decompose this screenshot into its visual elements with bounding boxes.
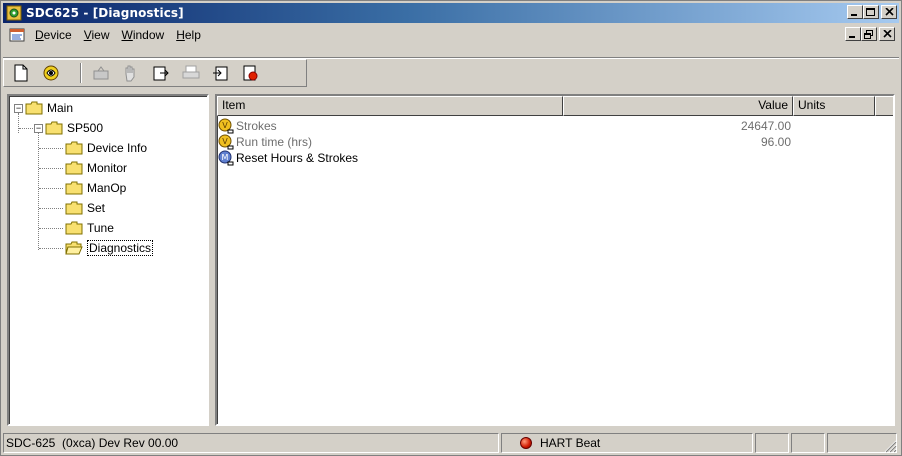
title-bar[interactable]: SDC625 - [Diagnostics] — [3, 3, 899, 23]
mdi-restore-button[interactable] — [861, 27, 877, 41]
tree-item-sp500[interactable]: SP500 — [45, 119, 103, 137]
tree-connector — [39, 228, 63, 229]
list-row-strokes[interactable]: V Strokes 24647.00 — [217, 118, 877, 134]
selected-tree-label: Diagnostics — [87, 240, 154, 256]
folder-icon — [65, 141, 83, 155]
tree-connector — [18, 113, 19, 133]
menu-help[interactable]: Help — [170, 26, 207, 44]
tree-connector — [38, 133, 39, 250]
tree-item-diagnostics[interactable]: Diagnostics — [65, 239, 154, 257]
new-button[interactable] — [10, 62, 32, 84]
tree-item-main[interactable]: Main — [25, 99, 73, 117]
connect-button[interactable] — [40, 62, 62, 84]
tree-connector — [39, 248, 63, 249]
folder-icon — [65, 181, 83, 195]
variable-icon: V — [218, 118, 234, 134]
hand-icon — [125, 65, 135, 82]
list-header: Item Value Units — [217, 96, 893, 116]
tree-connector — [39, 148, 63, 149]
close-button[interactable] — [881, 5, 897, 19]
export-button[interactable] — [150, 62, 172, 84]
menu-device[interactable]: Device — [29, 26, 78, 44]
column-header-units[interactable]: Units — [793, 96, 875, 116]
print-icon — [182, 65, 200, 79]
column-header-empty — [875, 96, 893, 116]
export-icon — [153, 66, 169, 81]
stop-button[interactable] — [240, 62, 262, 84]
menu-view[interactable]: View — [78, 26, 116, 44]
new-icon — [14, 64, 28, 82]
status-device-panel: SDC-625 (0xca) Dev Rev 00.00 — [3, 433, 499, 453]
status-heartbeat-panel: HART Beat — [501, 433, 753, 453]
sdc-app-icon — [6, 5, 22, 21]
svg-text:M: M — [222, 153, 229, 162]
toolbar-separator — [80, 63, 82, 83]
menu-bar: Device View Window Help — [3, 25, 899, 45]
toolbar — [3, 59, 307, 87]
status-panel — [791, 433, 825, 453]
heartbeat-led-icon — [520, 437, 532, 449]
document-icon[interactable] — [9, 27, 25, 43]
status-device-text: SDC-625 (0xca) Dev Rev 00.00 — [6, 436, 179, 450]
list-row-reset[interactable]: M Reset Hours & Strokes — [217, 150, 877, 166]
open-folder-icon — [65, 241, 83, 255]
tree-item-tune[interactable]: Tune — [65, 219, 114, 237]
window-title: SDC625 - [Diagnostics] — [26, 6, 184, 20]
folder-icon — [65, 161, 83, 175]
import-icon — [213, 66, 228, 81]
tree-view[interactable]: − Main − SP500 Device Info Monitor ManOp… — [7, 94, 209, 426]
folder-icon — [45, 121, 63, 135]
svg-text:V: V — [222, 137, 228, 146]
minimize-button[interactable] — [847, 5, 863, 19]
minimize-icon — [849, 36, 855, 38]
status-heartbeat-text: HART Beat — [540, 436, 601, 450]
status-bar: SDC-625 (0xca) Dev Rev 00.00 HART Beat — [3, 433, 899, 455]
collapse-toggle[interactable]: − — [34, 124, 43, 133]
close-icon — [882, 30, 892, 38]
connect-icon — [43, 65, 59, 81]
item-name: Reset Hours & Strokes — [236, 151, 359, 165]
tree-connector — [39, 188, 63, 189]
mdi-close-button[interactable] — [879, 27, 895, 41]
restore-icon — [864, 29, 873, 39]
folder-icon — [65, 201, 83, 215]
maximize-icon — [866, 7, 875, 16]
import-button[interactable] — [210, 62, 232, 84]
list-row-run-time[interactable]: V Run time (hrs) 96.00 — [217, 134, 877, 150]
app-window: SDC625 - [Diagnostics] Device View Windo… — [0, 0, 902, 456]
stop-icon — [243, 65, 258, 81]
tree-connector — [39, 168, 63, 169]
tree-item-set[interactable]: Set — [65, 199, 105, 217]
list-view[interactable]: Item Value Units V Strokes 24647.00 V Ru… — [215, 94, 895, 426]
collapse-toggle[interactable]: − — [14, 104, 23, 113]
menu-window[interactable]: Window — [116, 26, 171, 44]
tree-item-monitor[interactable]: Monitor — [65, 159, 127, 177]
hand-button[interactable] — [120, 62, 142, 84]
svg-text:V: V — [222, 121, 228, 130]
column-header-value[interactable]: Value — [563, 96, 793, 116]
tree-connector — [39, 208, 63, 209]
tree-item-manop[interactable]: ManOp — [65, 179, 126, 197]
item-name: Strokes — [236, 119, 277, 133]
status-panel — [755, 433, 789, 453]
tree-item-device-info[interactable]: Device Info — [65, 139, 147, 157]
column-header-item[interactable]: Item — [217, 96, 563, 116]
item-value: 96.00 — [760, 135, 791, 149]
device-button[interactable] — [90, 62, 112, 84]
mdi-minimize-button[interactable] — [845, 27, 861, 41]
item-value: 24647.00 — [740, 119, 791, 133]
print-button[interactable] — [180, 62, 202, 84]
device-icon — [93, 66, 109, 80]
maximize-button[interactable] — [863, 5, 879, 19]
folder-icon — [65, 221, 83, 235]
folder-icon — [25, 101, 43, 115]
tree-connector — [19, 128, 33, 129]
resize-grip-icon[interactable] — [883, 439, 897, 453]
method-icon: M — [218, 150, 234, 166]
variable-icon: V — [218, 134, 234, 150]
item-name: Run time (hrs) — [236, 135, 313, 149]
minimize-icon — [851, 14, 857, 16]
close-icon — [884, 8, 894, 16]
